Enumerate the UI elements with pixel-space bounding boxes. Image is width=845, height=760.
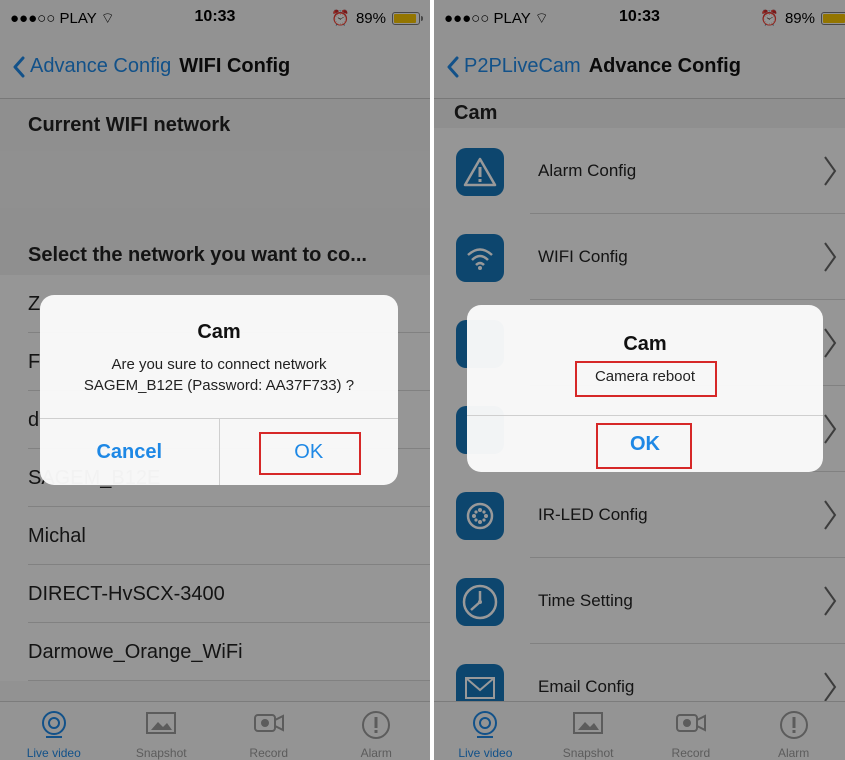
- highlight-box: [259, 432, 361, 475]
- cancel-button[interactable]: Cancel: [40, 419, 220, 485]
- reboot-dialog: Cam Camera reboot OK: [467, 305, 823, 472]
- highlight-box: [596, 423, 692, 469]
- button-label: Cancel: [96, 440, 163, 463]
- wifi-config-screen: ●●●○○ PLAY ⌔ 10:33 ⏰ 89% Advance Config …: [0, 0, 430, 760]
- advance-config-screen: ●●●○○ PLAY ⌔ 10:33 ⏰ 89% P2PLiveCam Adva…: [434, 0, 845, 760]
- highlight-box: [575, 361, 717, 397]
- dialog-message-line: SAGEM_B12E (Password: AA37F733) ?: [83, 377, 355, 394]
- confirm-connect-dialog: Cam Are you sure to connect network SAGE…: [40, 295, 398, 485]
- dialog-title: Cam: [197, 321, 241, 343]
- dialog-message: Are you sure to connect network SAGEM_B1…: [40, 354, 398, 396]
- dialog-message-line: Are you sure to connect network: [111, 356, 327, 373]
- dialog-title: Cam: [623, 333, 667, 355]
